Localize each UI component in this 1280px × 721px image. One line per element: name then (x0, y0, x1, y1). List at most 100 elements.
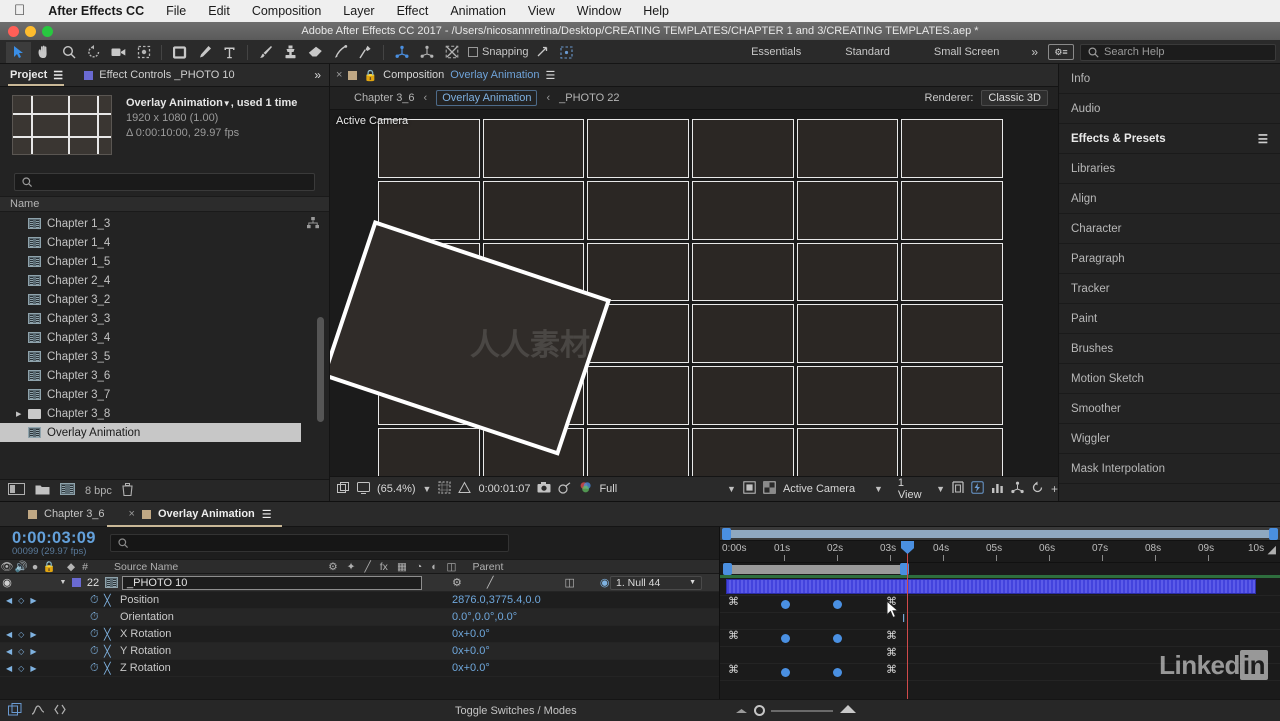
pan-behind-tool-icon[interactable] (131, 42, 156, 63)
property-value[interactable]: 0.0°,0.0°,0.0° (452, 611, 517, 623)
list-item[interactable]: ▶ Chapter 3_8 (0, 404, 329, 423)
hold-keyframe-icon[interactable]: ⌘ (886, 629, 897, 642)
list-item[interactable]: Chapter 3_7 (0, 385, 329, 404)
motion-blur-switch-icon[interactable]: ⚙ (452, 576, 462, 589)
hold-keyframe-icon[interactable]: ⌘ (728, 663, 739, 676)
timeline-zoom-slider[interactable] (735, 704, 857, 717)
keyframe-navigation[interactable]: ◀ ◇ ▶ (0, 596, 56, 605)
motion-blur-toggle-icon[interactable]: ◔ (416, 561, 422, 573)
apple-icon[interactable]:  (10, 3, 37, 20)
prev-keyframe-icon[interactable]: ◀ (6, 596, 12, 605)
zoom-slider-track[interactable] (771, 709, 833, 712)
expand-arrow-icon[interactable]: ▶ (16, 410, 21, 418)
menu-window[interactable]: Window (566, 4, 632, 18)
timeline-tab-chapter[interactable]: Chapter 3_6 (18, 502, 115, 527)
bit-depth-label[interactable]: 8 bpc (85, 485, 112, 497)
hand-tool-icon[interactable] (31, 42, 56, 63)
keyframe-navigation[interactable]: ◀ ◇ ▶ (0, 647, 56, 656)
keyframe-row[interactable]: ⌘ ⌘ (720, 663, 1280, 681)
keyframe-navigation[interactable]: ◀ ◇ ▶ (0, 630, 56, 639)
pen-tool-icon[interactable] (192, 42, 217, 63)
chevron-down-icon[interactable]: ▼ (689, 579, 696, 586)
list-item[interactable]: Chapter 2_4 (0, 271, 329, 290)
work-area-end-handle[interactable] (1269, 528, 1278, 540)
list-item-selected[interactable]: Overlay Animation (0, 423, 301, 442)
playhead[interactable] (907, 541, 908, 699)
always-preview-icon[interactable] (337, 481, 350, 497)
prev-keyframe-icon[interactable]: ◀ (6, 630, 12, 639)
camera-tool-icon[interactable] (106, 42, 131, 63)
type-tool-icon[interactable] (217, 42, 242, 63)
zoom-out-icon[interactable] (735, 705, 748, 717)
next-keyframe-icon[interactable]: ▶ (30, 647, 36, 656)
panel-menu-icon[interactable]: ☰ (53, 69, 64, 82)
composition-viewer[interactable]: Active Camera 人人素材 (330, 110, 1058, 476)
panel-wiggler[interactable]: Wiggler (1059, 424, 1280, 454)
menu-help[interactable]: Help (632, 4, 680, 18)
selection-tool-icon[interactable] (6, 41, 31, 63)
panel-overflow-icon[interactable]: » (314, 68, 329, 82)
add-view-icon[interactable]: + (1051, 482, 1058, 496)
adjustment-layer-icon[interactable]: ✦ (347, 561, 356, 573)
keyframe-toggle-icon[interactable]: ◇ (18, 630, 24, 639)
collapse-transform-switch-icon[interactable]: ╱ (487, 576, 494, 589)
camera-chevron-icon[interactable]: ▼ (874, 484, 883, 494)
breadcrumb-item-2[interactable]: _PHOTO 22 (559, 92, 619, 104)
layer-duration-bar[interactable] (726, 579, 1256, 594)
expand-layer-icon[interactable]: ▼ (56, 579, 70, 586)
composition-tab[interactable]: × 🔒 Composition Overlay Animation ☰ (336, 69, 557, 82)
view-layout-value[interactable]: 1 View (898, 477, 929, 501)
region-of-interest-icon[interactable] (743, 481, 756, 497)
workspace-standard[interactable]: Standard (823, 46, 912, 58)
local-axis-icon[interactable] (389, 42, 414, 63)
timeline-tab-overlay-animation[interactable]: × Overlay Animation ☰ (106, 502, 282, 527)
stopwatch-icon[interactable]: ⏱ (90, 611, 104, 624)
toggle-switches-icon[interactable] (8, 702, 22, 719)
panel-paragraph[interactable]: Paragraph (1059, 244, 1280, 274)
views-chevron-icon[interactable]: ▼ (936, 484, 945, 494)
panel-menu-icon[interactable]: ☰ (546, 69, 557, 82)
renderer-value[interactable]: Classic 3D (981, 90, 1048, 106)
property-value[interactable]: 0x+0.0° (452, 662, 490, 674)
effects-icon[interactable]: fx (380, 561, 388, 573)
panel-motion-sketch[interactable]: Motion Sketch (1059, 364, 1280, 394)
workspace-settings-icon[interactable]: ⚙≡ (1048, 44, 1074, 60)
table-row[interactable]: ⏱ Orientation 0.0°,0.0°,0.0° (0, 609, 719, 626)
fast-previews-icon[interactable] (971, 481, 984, 497)
toggle-switches-modes-label[interactable]: Toggle Switches / Modes (455, 705, 577, 717)
table-row[interactable]: ◀ ◇ ▶ ⏱ ╳ Z Rotation 0x+0.0° (0, 660, 719, 677)
menu-layer[interactable]: Layer (332, 4, 385, 18)
snapshot-icon[interactable] (537, 482, 551, 496)
zoom-tool-icon[interactable] (56, 42, 81, 63)
panel-brushes[interactable]: Brushes (1059, 334, 1280, 364)
project-search-input[interactable] (14, 173, 315, 191)
brush-tool-icon[interactable] (253, 42, 278, 63)
expand-collapse-icon[interactable] (54, 703, 66, 719)
menu-view[interactable]: View (517, 4, 566, 18)
menu-file[interactable]: File (155, 4, 197, 18)
keyframe-marker[interactable] (833, 668, 842, 677)
hold-keyframe-icon[interactable]: ⌘ (728, 629, 739, 642)
layer-name-input[interactable]: _PHOTO 10 (122, 575, 422, 590)
blend-mode-icon[interactable]: ◐ (431, 561, 437, 573)
workspace-essentials[interactable]: Essentials (729, 46, 823, 58)
hold-keyframe-icon[interactable]: ⌘ (886, 663, 897, 676)
time-ruler[interactable]: 0:00s 01s 02s 03s 04s 05s 06s 07s 08s 09… (720, 541, 1280, 563)
three-d-layer-icon[interactable]: ◫ (447, 561, 457, 573)
stopwatch-icon[interactable]: ⏱ (90, 662, 104, 675)
comp-settings-icon[interactable] (60, 483, 75, 498)
layer-label-color-icon[interactable] (72, 578, 81, 587)
label-color-icon[interactable]: ◆ (64, 561, 78, 573)
panel-tracker[interactable]: Tracker (1059, 274, 1280, 304)
work-area-handle-start[interactable] (723, 563, 732, 575)
menu-effect[interactable]: Effect (386, 4, 440, 18)
3d-renderer-icon[interactable] (1011, 481, 1024, 497)
snapping-toggle[interactable]: Snapping (468, 46, 529, 58)
timeline-graph[interactable]: 0:00s 01s 02s 03s 04s 05s 06s 07s 08s 09… (720, 527, 1280, 699)
list-item[interactable]: Chapter 3_3 (0, 309, 329, 328)
panel-paint[interactable]: Paint (1059, 304, 1280, 334)
delete-icon[interactable] (122, 482, 133, 499)
list-item[interactable]: Chapter 3_6 (0, 366, 329, 385)
viewer-timecode[interactable]: 0:00:01:07 (478, 483, 530, 495)
panel-effects-and-presets[interactable]: Effects & Presets ☰ (1059, 124, 1280, 154)
